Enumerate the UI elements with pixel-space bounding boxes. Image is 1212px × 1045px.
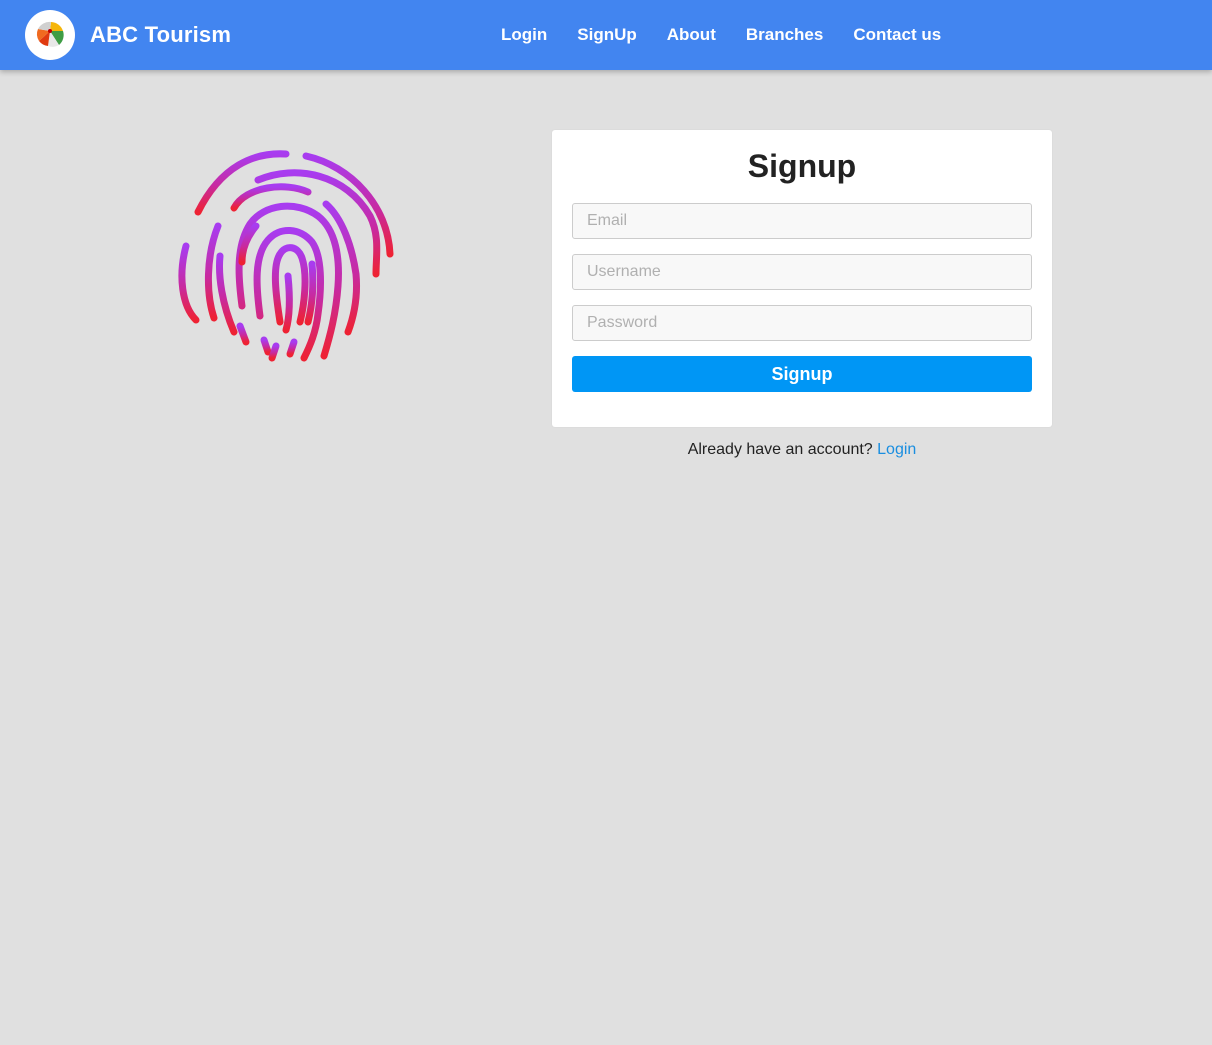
nav-about-link[interactable]: About xyxy=(652,0,731,70)
fingerprint-icon xyxy=(176,146,400,370)
nav-signup-link[interactable]: SignUp xyxy=(562,0,652,70)
nav-branches-link[interactable]: Branches xyxy=(731,0,838,70)
login-prompt-text: Already have an account? xyxy=(687,441,873,458)
nav-links: Login SignUp About Branches Contact us xyxy=(486,0,956,70)
nav-contact-link[interactable]: Contact us xyxy=(838,0,956,70)
password-field[interactable] xyxy=(572,305,1032,341)
signup-card: Signup Signup xyxy=(552,130,1052,427)
signup-button[interactable]: Signup xyxy=(572,356,1032,392)
username-field[interactable] xyxy=(572,254,1032,290)
beach-umbrella-icon xyxy=(25,10,75,60)
login-prompt: Already have an account? Login xyxy=(552,441,1052,459)
brand[interactable]: ABC Tourism xyxy=(25,10,231,60)
brand-name: ABC Tourism xyxy=(90,22,232,47)
nav-login-link[interactable]: Login xyxy=(486,0,562,70)
signup-title: Signup xyxy=(747,148,857,184)
login-link[interactable]: Login xyxy=(877,441,916,458)
top-navbar: ABC Tourism Login SignUp About Branches … xyxy=(0,0,1212,70)
email-field[interactable] xyxy=(572,203,1032,239)
